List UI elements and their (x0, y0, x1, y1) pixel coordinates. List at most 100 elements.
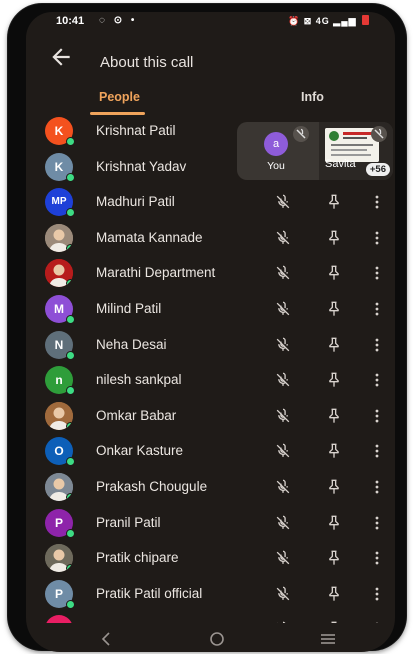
more-vert-icon[interactable] (367, 406, 387, 426)
battery-icon (362, 15, 369, 25)
avatar-initial: P (54, 586, 63, 601)
participant-row[interactable]: MP Madhuri Patil (26, 186, 395, 222)
more-vert-icon[interactable] (367, 584, 387, 604)
nav-recents-icon[interactable] (318, 630, 338, 648)
more-vert-icon[interactable] (367, 335, 387, 355)
avatar (45, 544, 73, 573)
participant-row[interactable]: Mamata Kannade (26, 222, 395, 258)
mic-off-icon[interactable] (273, 370, 293, 390)
mic-off-icon[interactable] (273, 406, 293, 426)
pin-icon[interactable] (324, 513, 344, 533)
pin-icon[interactable] (324, 192, 344, 212)
more-vert-icon[interactable] (367, 548, 387, 568)
mic-off-icon[interactable] (273, 619, 293, 623)
participant-name: Milind Patil (96, 301, 162, 316)
avatar: MP (45, 188, 75, 218)
pin-icon[interactable] (324, 335, 344, 355)
online-status-dot (66, 137, 75, 146)
participant-row[interactable]: P Pratik Patil official (26, 578, 395, 614)
avatar: R (45, 615, 73, 623)
mic-off-icon[interactable] (273, 228, 293, 248)
avatar (45, 259, 73, 288)
mic-off-icon[interactable] (273, 584, 293, 604)
more-vert-icon[interactable] (367, 299, 387, 319)
more-vert-icon[interactable] (367, 192, 387, 212)
participant-row[interactable]: Omkar Babar (26, 400, 395, 436)
notification-icons: ◌ ⊙ • (99, 15, 138, 26)
mic-off-icon[interactable] (273, 548, 293, 568)
mic-off-icon[interactable] (273, 477, 293, 497)
pin-icon[interactable] (324, 263, 344, 283)
more-vert-icon[interactable] (367, 477, 387, 497)
online-status-dot (66, 528, 75, 538)
participant-video-tile[interactable]: Savita +56 (319, 122, 393, 180)
participant-row[interactable]: O Onkar Kasture (26, 435, 395, 471)
more-participants-badge[interactable]: +56 (365, 163, 390, 176)
screen: 10:41 ◌ ⊙ • ⏰ ⊠ 4G ▂▄▆ About this call P… (26, 12, 395, 652)
participant-name: Pratik Patil official (96, 585, 203, 601)
participant-name: Neha Desai (96, 336, 167, 352)
avatar: O (45, 437, 75, 467)
network-type: 4G (315, 16, 330, 26)
pin-icon[interactable] (324, 584, 344, 604)
participant-row[interactable]: Prakash Chougule (26, 471, 395, 507)
mic-off-icon[interactable] (273, 192, 293, 212)
tab-info[interactable]: Info (301, 90, 324, 104)
participant-name: Marathi Department (96, 265, 216, 281)
mic-off-icon[interactable] (273, 441, 293, 461)
status-time: 10:41 (56, 15, 85, 27)
app-bar: About this call (26, 34, 395, 82)
self-video-tile[interactable]: a You (237, 122, 315, 180)
online-status-dot (66, 493, 73, 501)
more-vert-icon[interactable] (367, 619, 387, 623)
avatar-initial: MP (51, 196, 67, 208)
avatar-initial: O (54, 444, 64, 459)
more-vert-icon[interactable] (367, 370, 387, 390)
self-label: You (267, 160, 285, 172)
more-vert-icon[interactable] (367, 513, 387, 533)
pin-icon[interactable] (324, 370, 344, 390)
pin-icon[interactable] (324, 548, 344, 568)
participant-row[interactable]: n nilesh sankpal (26, 364, 395, 400)
pin-icon[interactable] (324, 228, 344, 248)
participant-row[interactable]: M Milind Patil (26, 293, 395, 329)
mic-off-icon[interactable] (273, 299, 293, 319)
participant-row[interactable]: R Rajendrakumar Patil (26, 613, 395, 623)
participant-row[interactable]: N Neha Desai (26, 329, 395, 365)
self-avatar: a (264, 132, 288, 156)
participant-name: Pranil Patil (96, 514, 161, 530)
pin-icon[interactable] (324, 477, 344, 497)
mic-off-icon (371, 126, 387, 142)
pin-icon[interactable] (324, 406, 344, 426)
participant-name: Krishnat Patil (96, 123, 176, 138)
status-bar: 10:41 ◌ ⊙ • ⏰ ⊠ 4G ▂▄▆ (26, 12, 395, 34)
more-vert-icon[interactable] (367, 228, 387, 248)
online-status-dot (66, 208, 75, 218)
pin-icon[interactable] (324, 299, 344, 319)
more-vert-icon[interactable] (367, 441, 387, 461)
nav-home-icon[interactable] (207, 630, 227, 648)
participant-row[interactable]: Pratik chipare (26, 542, 395, 578)
pin-icon[interactable] (324, 619, 344, 623)
arrow-left-icon[interactable] (48, 44, 74, 70)
participant-row[interactable]: P Pranil Patil (26, 507, 395, 543)
more-vert-icon[interactable] (367, 263, 387, 283)
tab-people[interactable]: People (99, 90, 140, 104)
mic-off-icon[interactable] (273, 335, 293, 355)
avatar: P (45, 579, 75, 609)
avatar: P (45, 508, 75, 538)
mic-off-icon[interactable] (273, 513, 293, 533)
participant-name: Onkar Kasture (96, 443, 184, 459)
participant-list[interactable]: K Krishnat Patil K Krishnat Yadav MP Madhuri … (26, 115, 395, 623)
online-status-dot (66, 421, 73, 430)
avatar-initial: M (54, 302, 64, 316)
avatar-initial: K (54, 124, 64, 138)
page-title: About this call (100, 54, 194, 71)
nav-back-icon[interactable] (96, 630, 116, 648)
participant-row[interactable]: Marathi Department (26, 257, 395, 293)
online-status-dot (66, 599, 75, 609)
avatar (45, 473, 73, 501)
pin-icon[interactable] (324, 441, 344, 461)
avatar: N (45, 330, 75, 360)
mic-off-icon[interactable] (273, 263, 293, 283)
